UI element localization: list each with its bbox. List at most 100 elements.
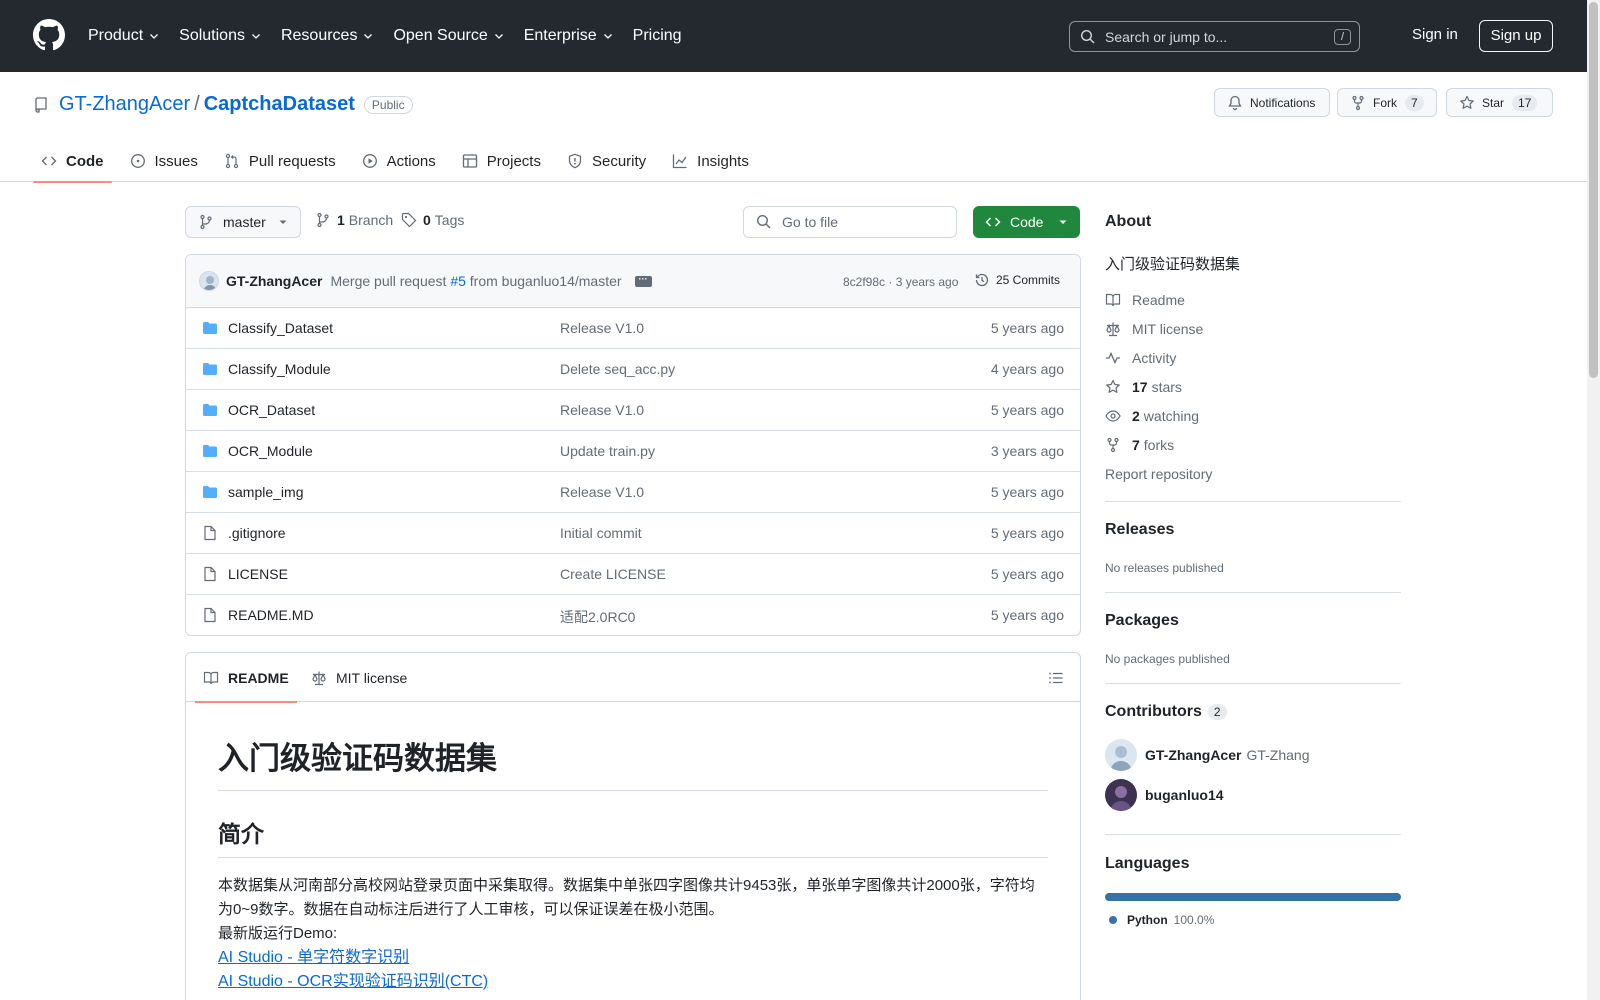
file-commit-message[interactable]: 适配2.0RC0 xyxy=(560,607,635,627)
shield-icon xyxy=(568,153,582,169)
file-row[interactable]: Classify_Dataset Release V1.0 5 years ag… xyxy=(186,308,1080,349)
report-repository-link[interactable]: Report repository xyxy=(1105,466,1212,482)
file-name-link[interactable]: sample_img xyxy=(228,484,303,500)
commit-sha-time[interactable]: 8c2f98c · 3 years ago xyxy=(843,275,958,289)
readme-link-ocr-ctc[interactable]: AI Studio - OCR实现验证码识别(CTC) xyxy=(218,970,1048,994)
expand-commit-ellipsis-icon[interactable]: ··· xyxy=(634,274,652,287)
nav-enterprise[interactable]: Enterprise xyxy=(524,0,614,72)
contributor-item[interactable]: buganluo14 xyxy=(1105,779,1229,811)
file-name-link[interactable]: OCR_Dataset xyxy=(228,402,315,418)
contributors-title[interactable]: Contributors 2 xyxy=(1105,703,1227,721)
releases-title[interactable]: Releases xyxy=(1105,521,1174,539)
code-icon xyxy=(985,217,1001,227)
notifications-button[interactable]: Notifications xyxy=(1214,88,1330,117)
readme-link-single-digit[interactable]: AI Studio - 单字符数字识别 xyxy=(218,946,1048,970)
list-outline-icon[interactable] xyxy=(1048,670,1064,686)
file-commit-message[interactable]: Delete seq_acc.py xyxy=(560,361,675,377)
code-dropdown-button[interactable]: Code xyxy=(973,206,1080,238)
star-button[interactable]: Star 17 xyxy=(1446,88,1553,117)
tag-icon xyxy=(401,212,417,228)
repo-name-link[interactable]: CaptchaDataset xyxy=(204,93,355,116)
file-commit-message[interactable]: Release V1.0 xyxy=(560,402,644,418)
file-commit-message[interactable]: Update train.py xyxy=(560,443,655,459)
file-age: 5 years ago xyxy=(990,607,1064,623)
avatar[interactable] xyxy=(199,271,219,291)
scrollbar-thumb[interactable] xyxy=(1589,2,1598,378)
readme-paragraph: 本数据集从河南部分高校网站登录页面中采集取得。数据集中单张四字图像共计9453张… xyxy=(218,877,1035,942)
file-commit-message[interactable]: Create LICENSE xyxy=(560,566,666,582)
languages-title: Languages xyxy=(1105,855,1190,872)
tab-insights[interactable]: Insights xyxy=(664,140,757,182)
tags-link[interactable]: 0 Tags xyxy=(401,212,464,228)
watchers-link[interactable]: 2 watching xyxy=(1105,408,1199,424)
global-search-input[interactable]: Search or jump to... / xyxy=(1069,21,1360,52)
tab-readme[interactable]: README xyxy=(195,653,297,703)
file-icon xyxy=(204,566,216,582)
file-name-link[interactable]: Classify_Module xyxy=(228,361,331,377)
commit-author-link[interactable]: GT-ZhangAcer xyxy=(226,273,322,289)
play-icon xyxy=(362,154,377,168)
commit-message[interactable]: Merge pull request #5 from buganluo14/ma… xyxy=(330,273,621,289)
file-row[interactable]: .gitignore Initial commit 5 years ago xyxy=(186,513,1080,554)
repo-description: 入门级验证码数据集 xyxy=(1105,256,1241,273)
file-row[interactable]: Classify_Module Delete seq_acc.py 4 year… xyxy=(186,349,1080,390)
global-header: Product Solutions Resources Open Source … xyxy=(0,0,1587,72)
tab-actions[interactable]: Actions xyxy=(354,140,444,182)
nav-resources[interactable]: Resources xyxy=(281,0,374,72)
file-commit-message[interactable]: Release V1.0 xyxy=(560,484,644,500)
contributor-item[interactable]: GT-ZhangAcer GT-Zhang xyxy=(1105,739,1310,771)
caret-down-icon xyxy=(279,220,287,224)
repo-owner-link[interactable]: GT-ZhangAcer xyxy=(59,93,190,116)
file-name-link[interactable]: README.MD xyxy=(228,607,314,623)
tab-issues[interactable]: Issues xyxy=(122,140,206,182)
chevron-down-icon xyxy=(150,34,159,39)
license-link[interactable]: MIT license xyxy=(1105,321,1203,337)
page-scrollbar[interactable] xyxy=(1587,0,1600,1000)
file-row[interactable]: sample_img Release V1.0 5 years ago xyxy=(186,472,1080,513)
readme-demo-label: 最新版运行Demo: xyxy=(218,925,338,942)
branches-link[interactable]: 1 Branch xyxy=(315,212,393,228)
latest-commit-bar: GT-ZhangAcer Merge pull request #5 from … xyxy=(186,255,1080,308)
file-row[interactable]: README.MD 适配2.0RC0 5 years ago xyxy=(186,595,1080,635)
file-name-link[interactable]: .gitignore xyxy=(228,525,286,541)
commit-pr-link[interactable]: #5 xyxy=(450,273,466,289)
file-commit-message[interactable]: Release V1.0 xyxy=(560,320,644,336)
nav-pricing[interactable]: Pricing xyxy=(633,0,682,72)
tab-projects[interactable]: Projects xyxy=(454,140,549,182)
github-logo-icon[interactable] xyxy=(33,19,65,51)
fork-button[interactable]: Fork 7 xyxy=(1337,88,1437,117)
commits-history-link[interactable]: 25 Commits xyxy=(974,272,1060,288)
file-commit-message[interactable]: Initial commit xyxy=(560,525,642,541)
nav-solutions[interactable]: Solutions xyxy=(179,0,262,72)
sign-up-button[interactable]: Sign up xyxy=(1479,20,1553,52)
avatar-image-icon xyxy=(1105,779,1137,811)
stars-link[interactable]: 17 stars xyxy=(1105,379,1182,395)
tab-code[interactable]: Code xyxy=(33,140,112,183)
repo-title: GT-ZhangAcer / CaptchaDataset Public xyxy=(33,93,413,116)
language-legend-item[interactable]: Python 100.0% xyxy=(1109,913,1214,927)
go-to-file-input[interactable]: Go to file xyxy=(743,206,957,238)
fork-count: 7 xyxy=(1405,94,1424,111)
packages-title[interactable]: Packages xyxy=(1105,612,1179,630)
tab-pull-requests[interactable]: Pull requests xyxy=(216,140,344,182)
branch-select-button[interactable]: master xyxy=(185,206,301,238)
avatar xyxy=(1105,739,1137,771)
issue-icon xyxy=(130,154,145,168)
tab-license[interactable]: MIT license xyxy=(311,653,407,702)
star-icon xyxy=(1460,95,1474,109)
file-name-link[interactable]: Classify_Dataset xyxy=(228,320,333,336)
file-name-link[interactable]: LICENSE xyxy=(228,566,288,582)
repo-tabs: Code Issues Pull requests Actions Projec… xyxy=(33,140,767,183)
nav-product[interactable]: Product xyxy=(88,0,160,72)
file-row[interactable]: OCR_Module Update train.py 3 years ago xyxy=(186,431,1080,472)
tab-security[interactable]: Security xyxy=(559,140,654,182)
sign-in-link[interactable]: Sign in xyxy=(1412,26,1458,43)
nav-open-source[interactable]: Open Source xyxy=(393,0,504,72)
forks-link[interactable]: 7 forks xyxy=(1105,437,1174,453)
file-row[interactable]: OCR_Dataset Release V1.0 5 years ago xyxy=(186,390,1080,431)
file-row[interactable]: LICENSE Create LICENSE 5 years ago xyxy=(186,554,1080,595)
activity-link[interactable]: Activity xyxy=(1105,350,1176,366)
file-name-link[interactable]: OCR_Module xyxy=(228,443,313,459)
branch-icon xyxy=(200,214,212,230)
readme-link[interactable]: Readme xyxy=(1105,292,1185,308)
